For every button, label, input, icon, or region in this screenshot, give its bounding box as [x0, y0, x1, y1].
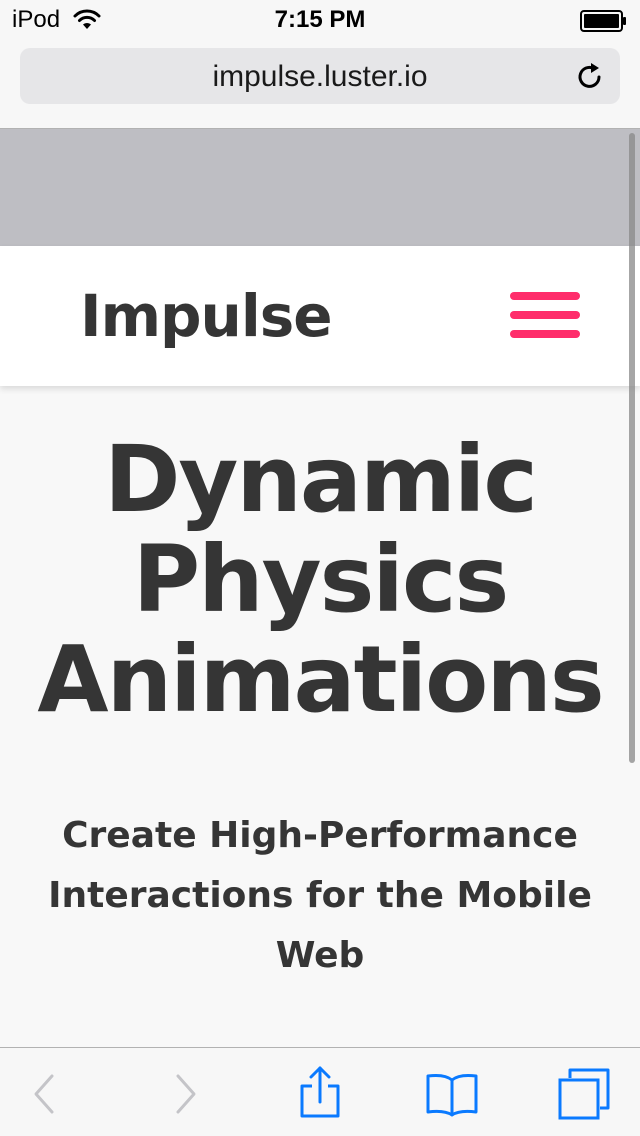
hero-section: Dynamic Physics Animations Create High-P… [0, 386, 640, 986]
hamburger-menu-icon[interactable] [510, 292, 580, 338]
page-top-band [0, 129, 640, 246]
address-url[interactable]: impulse.luster.io [20, 60, 620, 94]
address-field[interactable]: impulse.luster.io [20, 48, 620, 104]
scroll-indicator[interactable] [629, 133, 635, 763]
battery-icon [580, 10, 626, 32]
hero-subtitle: Create High-Performance Interactions for… [48, 815, 592, 976]
site-logo[interactable]: Impulse [80, 282, 333, 350]
forward-chevron-icon[interactable] [158, 1066, 214, 1122]
tabs-icon[interactable] [556, 1066, 612, 1122]
back-chevron-icon[interactable] [16, 1066, 72, 1122]
site-header: Impulse [0, 246, 640, 386]
hero-title-line: Animations [37, 626, 604, 733]
bookmarks-icon[interactable] [424, 1066, 480, 1122]
hamburger-line [510, 311, 580, 319]
hero-title-line: Physics [132, 526, 509, 633]
status-bar: iPod 7:15 PM [0, 0, 640, 40]
hero-title-line: Dynamic [104, 426, 538, 533]
hamburger-line [510, 330, 580, 338]
status-time: 7:15 PM [274, 6, 366, 33]
browser-address-area: impulse.luster.io [0, 40, 640, 129]
safari-screen: iPod 7:15 PM impulse.luster.io Impulse D… [0, 0, 640, 1136]
reload-icon[interactable] [574, 60, 606, 92]
browser-toolbar [0, 1047, 640, 1136]
hero-title: Dynamic Physics Animations [0, 430, 640, 730]
hamburger-line [510, 292, 580, 300]
share-icon[interactable] [292, 1066, 348, 1122]
